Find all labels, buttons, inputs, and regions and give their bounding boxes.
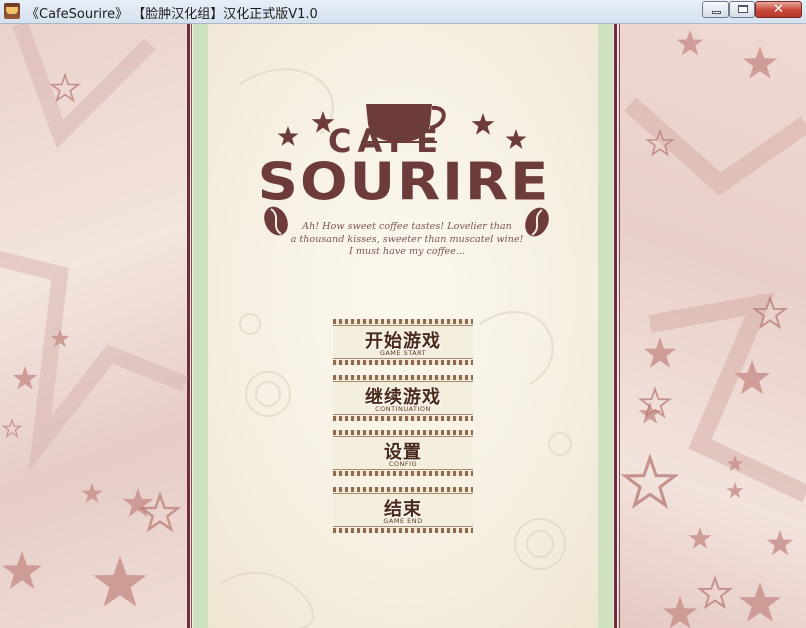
button-rule [333, 436, 473, 437]
button-stripe [333, 487, 473, 492]
button-rule [333, 414, 473, 415]
button-stripe [333, 528, 473, 533]
menu-sublabel: CONTINUATION [375, 405, 431, 413]
game-screen: CAFE SOURIRE Ah! How sweet coffee tastes… [0, 24, 806, 628]
config-button[interactable]: 设置 CONFIG [333, 430, 473, 476]
menu-sublabel: GAME START [379, 349, 427, 357]
button-rule [333, 325, 473, 326]
large-star-outline-right [624, 97, 806, 503]
close-icon: ✕ [773, 2, 784, 17]
app-icon [4, 3, 20, 19]
minimize-button[interactable] [702, 1, 729, 18]
maximize-button[interactable] [729, 1, 755, 18]
game-end-button[interactable]: 结束 GAME END [333, 487, 473, 533]
close-button[interactable]: ✕ [755, 1, 802, 18]
button-stripe [333, 471, 473, 476]
button-rule [333, 358, 473, 359]
button-stripe [333, 430, 473, 435]
logo-tagline: Ah! How sweet coffee tastes! Lovelier th… [262, 221, 552, 259]
button-stripe [333, 416, 473, 421]
button-rule [333, 526, 473, 527]
maximize-icon [738, 5, 748, 13]
button-stripe [333, 360, 473, 365]
tagline-line: Ah! How sweet coffee tastes! Lovelier th… [302, 221, 512, 232]
button-rule [333, 381, 473, 382]
menu-sublabel: GAME END [383, 517, 423, 525]
minimize-icon [712, 11, 721, 14]
window-titlebar: 《CafeSourire》 【脸肿汉化组】汉化正式版V1.0 ✕ [0, 0, 806, 24]
continue-button[interactable]: 继续游戏 CONTINUATION [333, 375, 473, 421]
tagline-line: a thousand kisses, sweeter than muscatel… [290, 233, 524, 245]
tagline-line: I must have my coffee... [348, 246, 465, 257]
menu-sublabel: CONFIG [388, 460, 418, 468]
button-stripe [333, 375, 473, 380]
game-start-button[interactable]: 开始游戏 GAME START [333, 319, 473, 365]
window-title: 《CafeSourire》 【脸肿汉化组】汉化正式版V1.0 [26, 7, 318, 22]
button-stripe [333, 319, 473, 324]
logo-sourire: SOURIRE [257, 152, 551, 213]
button-rule [333, 469, 473, 470]
button-rule [333, 493, 473, 494]
